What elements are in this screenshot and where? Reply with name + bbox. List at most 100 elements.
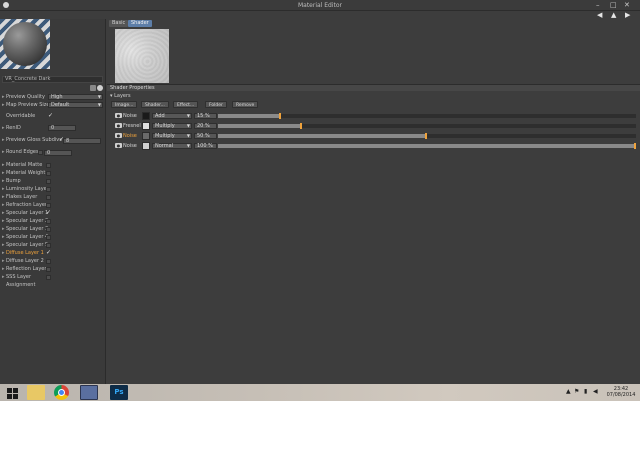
blend-mode-select[interactable]: Normal ▼: [152, 143, 192, 149]
channel-checkbox[interactable]: [46, 235, 51, 240]
layer-row[interactable]: ● Noise Add ▼ 15 %: [115, 112, 637, 120]
channel-item[interactable]: ▸Bump: [2, 178, 106, 185]
material-name-field[interactable]: VR_Concrete Dark: [2, 76, 103, 83]
volume-icon[interactable]: ◀: [593, 388, 598, 395]
folder-button[interactable]: Folder: [205, 101, 227, 108]
layer-row[interactable]: ● Noise Multiply ▼ 50 %: [115, 132, 637, 140]
tray-arrow-icon[interactable]: ▲: [566, 388, 571, 395]
layer-name: Noise: [123, 143, 137, 149]
taskbar-clock[interactable]: 23:42 07/08/2014: [604, 386, 638, 398]
tab-basic[interactable]: Basic: [109, 20, 129, 27]
channel-item[interactable]: ▸Specular Layer 3: [2, 226, 106, 233]
channel-checkbox[interactable]: ✓: [46, 249, 51, 256]
menu-icon[interactable]: [90, 85, 96, 91]
channel-checkbox[interactable]: [46, 195, 51, 200]
channel-checkbox[interactable]: ✓: [46, 209, 51, 216]
layer-thumbnail[interactable]: [142, 142, 150, 150]
channel-checkbox[interactable]: [46, 163, 51, 168]
slider-knob[interactable]: [299, 123, 302, 129]
channel-item[interactable]: ▸Material Matte: [2, 162, 106, 169]
layer-thumbnail[interactable]: [142, 132, 150, 140]
blend-mode-select[interactable]: Multiply ▼: [152, 133, 192, 139]
effect-button[interactable]: Effect...: [173, 101, 199, 108]
cinema4d-icon[interactable]: [80, 385, 98, 400]
channel-label: Diffuse Layer 2: [6, 258, 44, 264]
layer-percent-field[interactable]: 100 %: [194, 143, 217, 149]
overridable-checkbox[interactable]: ✓: [48, 112, 53, 119]
slider-knob[interactable]: [278, 113, 281, 119]
layer-percent-field[interactable]: 50 %: [194, 133, 217, 139]
close-button[interactable]: ✕: [624, 1, 630, 9]
channel-item[interactable]: ▸Luminosity Layer: [2, 186, 106, 193]
channel-item[interactable]: ▸SSS Layer: [2, 274, 106, 281]
eye-icon[interactable]: ●: [115, 133, 122, 138]
layer-row[interactable]: ● Noise Normal ▼ 100 %: [115, 142, 637, 150]
file-explorer-icon[interactable]: [27, 385, 45, 400]
round-edges-checkbox[interactable]: [38, 150, 43, 155]
slider-knob[interactable]: [425, 133, 427, 139]
renid-field[interactable]: 0: [48, 125, 76, 131]
photoshop-icon[interactable]: Ps: [110, 385, 128, 400]
round-edges-field[interactable]: 0: [44, 150, 72, 156]
slider-knob[interactable]: [634, 143, 636, 149]
channel-checkbox[interactable]: [46, 243, 51, 248]
blend-mode-value: Multiply: [155, 133, 175, 139]
channel-checkbox[interactable]: [46, 187, 51, 192]
channel-checkbox[interactable]: [46, 227, 51, 232]
maximize-button[interactable]: □: [610, 1, 617, 9]
layer-opacity-slider[interactable]: [218, 133, 636, 139]
channel-checkbox[interactable]: [46, 203, 51, 208]
channel-item[interactable]: ▸Reflection Layer: [2, 266, 106, 273]
blend-mode-select[interactable]: Multiply ▼: [152, 123, 192, 129]
map-preview-size-select[interactable]: Default ▼: [48, 102, 103, 108]
channel-checkbox[interactable]: [46, 275, 51, 280]
chevron-down-icon: ▼: [186, 133, 190, 138]
back-arrow-icon[interactable]: ◀: [597, 11, 602, 19]
layer-percent-field[interactable]: 15 %: [194, 113, 217, 119]
render-icon[interactable]: [97, 85, 103, 91]
layer-row[interactable]: ● Fresnel Multiply ▼ 20 %: [115, 122, 637, 130]
channel-checkbox[interactable]: [46, 171, 51, 176]
channel-item[interactable]: ▸Material Weight: [2, 170, 106, 177]
material-preview[interactable]: [0, 19, 50, 69]
image-button[interactable]: Image...: [111, 101, 138, 108]
material-sidebar: VR_Concrete Dark ▸Preview Quality High ▼ …: [0, 19, 106, 384]
preview-quality-select[interactable]: High ▼: [48, 94, 103, 100]
eye-icon[interactable]: ●: [115, 123, 122, 128]
slider-fill: [218, 124, 302, 128]
eye-icon[interactable]: ●: [115, 113, 122, 118]
channel-item[interactable]: ▸Diffuse Layer 2: [2, 258, 106, 265]
channel-item[interactable]: ▸Diffuse Layer 1 ✓: [2, 249, 106, 257]
channel-item[interactable]: ▸Specular Layer 5: [2, 242, 106, 249]
flag-icon[interactable]: ⚑: [574, 388, 579, 395]
layer-opacity-slider[interactable]: [218, 113, 636, 119]
layer-thumbnail[interactable]: [142, 112, 150, 120]
channel-checkbox[interactable]: [46, 219, 51, 224]
channel-item[interactable]: ▸Specular Layer 2: [2, 218, 106, 225]
windows-start-icon[interactable]: [4, 385, 22, 400]
layer-thumbnail[interactable]: [142, 122, 150, 130]
up-arrow-icon[interactable]: ▲: [611, 11, 616, 19]
blend-mode-select[interactable]: Add ▼: [152, 113, 192, 119]
forward-arrow-icon[interactable]: ▶: [625, 11, 630, 19]
minimize-button[interactable]: –: [596, 1, 600, 9]
shader-button[interactable]: Shader...: [141, 101, 169, 108]
layer-opacity-slider[interactable]: [218, 143, 636, 149]
gloss-subdivs-field[interactable]: 8: [63, 138, 101, 144]
channel-checkbox[interactable]: [46, 179, 51, 184]
channel-checkbox[interactable]: [46, 259, 51, 264]
channel-checkbox[interactable]: [46, 267, 51, 272]
layer-percent-field[interactable]: 20 %: [194, 123, 217, 129]
eye-icon[interactable]: ●: [115, 143, 122, 148]
channel-item[interactable]: ▸Specular Layer 1 ✓: [2, 209, 106, 217]
network-icon[interactable]: ▮: [584, 388, 587, 395]
channel-item[interactable]: ▸Refraction Layer: [2, 202, 106, 209]
channel-item[interactable]: Assignment: [2, 282, 106, 289]
channel-item[interactable]: ▸Specular Layer 4: [2, 234, 106, 241]
remove-button[interactable]: Remove: [232, 101, 259, 108]
chrome-icon[interactable]: [54, 385, 69, 400]
tab-shader[interactable]: Shader: [128, 20, 152, 27]
layers-header[interactable]: ▾ Layers: [110, 93, 131, 100]
layer-opacity-slider[interactable]: [218, 123, 636, 129]
channel-item[interactable]: ▸Flakes Layer: [2, 194, 106, 201]
